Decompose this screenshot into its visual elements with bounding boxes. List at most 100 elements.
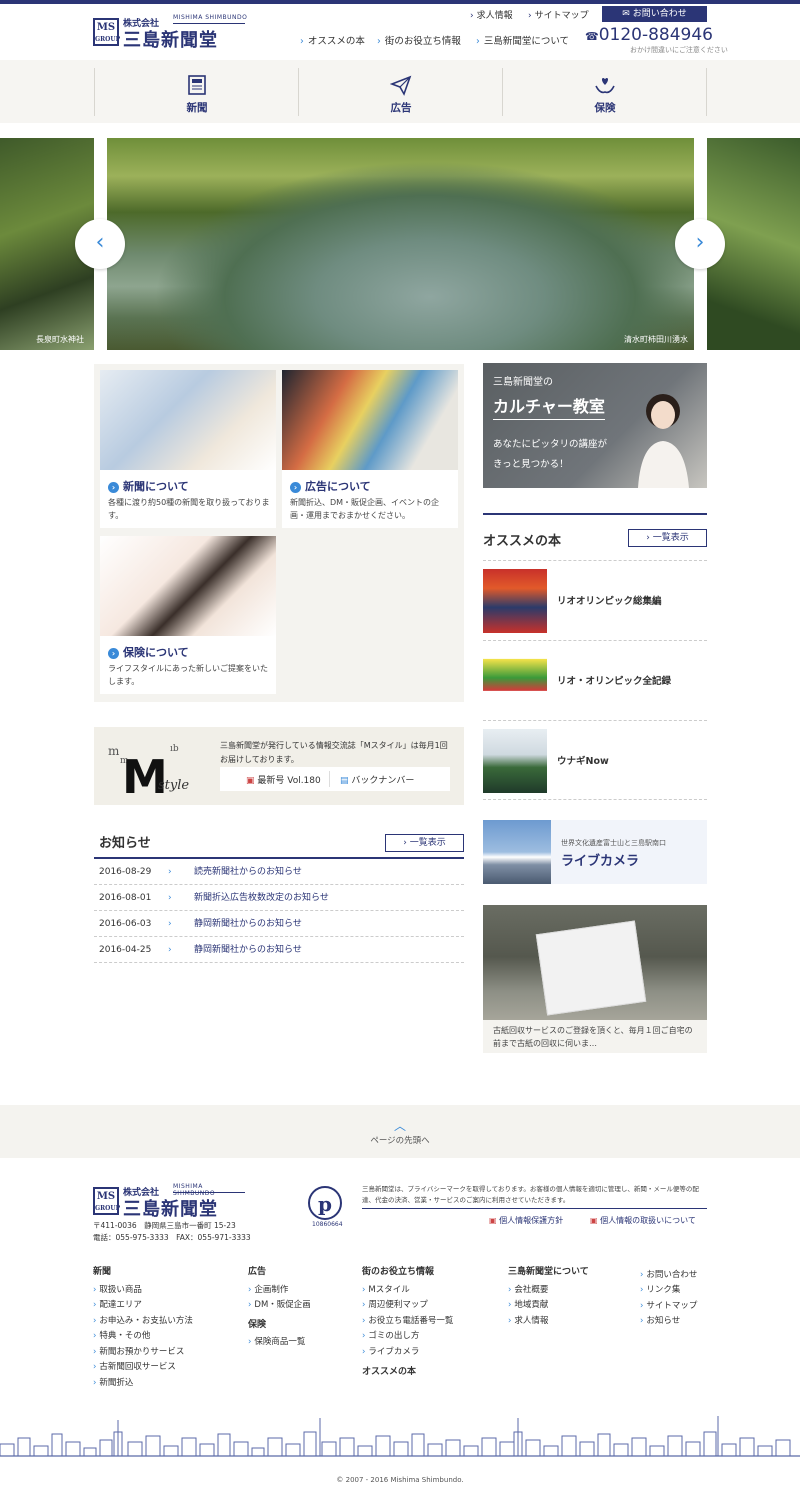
news-item[interactable]: 2016-08-29 › 読売新聞社からのお知らせ [94,859,464,885]
service-title: 広告について [305,480,371,493]
category-advertising[interactable]: 広告 [299,68,503,116]
chevron-right-icon: › [528,11,532,21]
chevron-right-icon: › [377,36,381,47]
culture-class-banner[interactable]: 三島新聞堂の カルチャー教室 あなたにピッタリの講座が きっと見つかる！ [483,363,707,488]
ms-group-logo: MS GROUP [93,1187,120,1215]
logo-name: 三島新聞堂 [123,30,218,51]
page-top-button[interactable]: ︿ ページの先頭へ [0,1105,800,1158]
chevron-right-icon: › [695,230,705,255]
chevron-right-icon: › [248,1285,252,1295]
footer-link[interactable]: › お問い合わせ [640,1268,697,1280]
books-divider [483,513,707,515]
chevron-right-icon: › [300,36,304,47]
footer-link[interactable]: › 求人情報 [508,1314,548,1326]
privacy-mark-logo[interactable]: p 10860664 [303,1183,348,1228]
phone-number[interactable]: ☎0120-884946 [585,25,713,45]
footer-link[interactable]: › DM・販促企画 [248,1298,311,1310]
footer-link[interactable]: › 特典・その他 [93,1329,150,1341]
news-item[interactable]: 2016-04-25 › 静岡新聞社からのお知らせ [94,937,464,963]
footer-link[interactable]: › お役立ち電話番号一覧 [362,1314,453,1326]
site-logo[interactable]: MS GROUP 株式会社 MISHIMA SHIMBUNDO 三島新聞堂 [93,14,253,51]
footer-link[interactable]: › Mスタイル [362,1283,410,1295]
top-accent-bar [0,0,800,4]
chevron-right-icon: › [168,919,172,929]
footer-link[interactable]: › 保険商品一覧 [248,1335,305,1347]
chevron-right-icon: › [640,1301,644,1311]
chevron-left-icon: ‹ [95,230,105,255]
slider-next-button[interactable]: › [675,219,725,269]
book-cover [483,649,547,713]
news-item[interactable]: 2016-08-01 › 新聞折込広告枚数改定のお知らせ [94,885,464,911]
footer-link[interactable]: › お申込み・お支払い方法 [93,1314,193,1326]
gnav-town-info[interactable]: › 街のお役立ち情報 [377,33,461,47]
privacy-policy-link[interactable]: ▣ 個人情報保護方針 [489,1215,563,1226]
chevron-right-icon: › [248,1337,252,1347]
gnav-books[interactable]: › オススメの本 [300,33,365,47]
service-card-advertising[interactable]: › 広告について 新聞折込、DM・販促企画、イベントの企画・運用までおまかせくださ… [282,370,458,528]
footer-link[interactable]: › 取扱い商品 [93,1283,142,1295]
pdf-icon: ▣ [489,1216,500,1225]
gnav-about[interactable]: › 三島新聞堂について [476,33,569,47]
category-newspaper[interactable]: 新聞 [95,68,299,116]
footer-link[interactable]: › 新聞お預かりサービス [93,1345,184,1357]
contact-button[interactable]: ✉ お問い合わせ [602,6,707,22]
pdf-icon: ▣ [590,1216,601,1225]
footer-link[interactable]: › ゴミの出し方 [362,1329,419,1341]
divider [329,771,330,787]
footer-link[interactable]: › 会社概要 [508,1283,548,1295]
footer-heading-books[interactable]: オススメの本 [362,1364,416,1377]
util-link-recruit[interactable]: › 求人情報 [470,8,513,21]
books-list-button[interactable]: › 一覧表示 [628,529,707,547]
livecam-banner[interactable]: 世界文化遺産富士山と三島駅南口 ライブカメラ [483,820,707,884]
footer-link[interactable]: › サイトマップ [640,1299,697,1311]
service-card-newspaper[interactable]: › 新聞について 各種に渡り約50種の新聞を取り扱っております。 [100,370,276,528]
slide-caption: 長泉町水神社 [36,335,84,344]
chevron-right-icon: › [508,1316,512,1326]
footer-link[interactable]: › ライブカメラ [362,1345,419,1357]
footer-logo[interactable]: MS GROUP 株式会社 MISHIMA SHIMBUNDO 三島新聞堂 [93,1183,245,1220]
mstyle-backnumber-link[interactable]: ▤ バックナンバー [340,773,414,786]
slider-prev-button[interactable]: ‹ [75,219,125,269]
footer-link[interactable]: › 地域貢献 [508,1298,548,1310]
chevron-right-icon: › [93,1347,97,1357]
news-item[interactable]: 2016-06-03 › 静岡新聞社からのお知らせ [94,911,464,937]
footer-link[interactable]: › 企画制作 [248,1283,288,1295]
footer-link[interactable]: › 古新聞回収サービス [93,1360,176,1372]
book-item[interactable]: ウナギNow [483,720,707,800]
footer-address: 〒411-0036 静岡県三島市一番町 15-23 電話：055-975-3333… [93,1221,251,1242]
chevron-right-icon: › [108,482,119,493]
chevron-right-icon: › [248,1300,252,1310]
footer-heading: 新聞 [93,1267,112,1277]
svg-text:10860664: 10860664 [312,1221,343,1228]
chevron-right-icon: › [640,1270,644,1280]
footer-link[interactable]: › 配達エリア [93,1298,142,1310]
footer-link[interactable]: › リンク集 [640,1283,680,1295]
book-item[interactable]: リオオリンピック総集編 [483,560,707,640]
service-title: 保険について [123,646,189,659]
woman-photo [638,394,689,488]
footer-link[interactable]: › 周辺便利マップ [362,1298,428,1310]
paper-collection-card[interactable]: 古紙回収サービスのご登録を頂くと、毎月１回ご自宅の前まで古紙の回収に伺いま… [483,905,707,1053]
divider [706,68,707,116]
service-card-insurance[interactable]: › 保険について ライフスタイルにあった新しいご提案をいたします。 [100,536,276,694]
util-link-sitemap[interactable]: › サイトマップ [528,8,589,21]
chevron-right-icon: › [470,11,474,21]
mount-fuji-photo [483,820,551,884]
news-list-button[interactable]: › 一覧表示 [385,834,464,852]
logo-subtitle: MISHIMA SHIMBUNDO [173,14,248,21]
mstyle-latest-link[interactable]: ▣ 最新号 Vol.180 [246,773,321,786]
privacy-handling-link[interactable]: ▣ 個人情報の取扱いについて [590,1215,696,1226]
city-skyline-illustration [0,1416,800,1457]
footer-link[interactable]: › お知らせ [640,1314,680,1326]
service-title: 新聞について [123,480,189,493]
category-insurance[interactable]: 保険 [503,68,707,116]
chevron-right-icon: › [508,1300,512,1310]
newspaper-icon [188,75,206,95]
slide-image-current[interactable]: 清水町柿田川湧水 [107,138,694,350]
chevron-right-icon: › [362,1316,366,1326]
book-item[interactable]: リオ・オリンピック全記録 [483,640,707,720]
mstyle-text: 三島新聞堂が発行している情報交流誌「Mスタイル」は毎月1回お届けしております。 [220,741,448,764]
footer-heading: 三島新聞堂について [508,1267,589,1277]
mstyle-logo[interactable]: m m ıb M style [100,733,210,799]
footer-link[interactable]: › 新聞折込 [93,1376,133,1388]
